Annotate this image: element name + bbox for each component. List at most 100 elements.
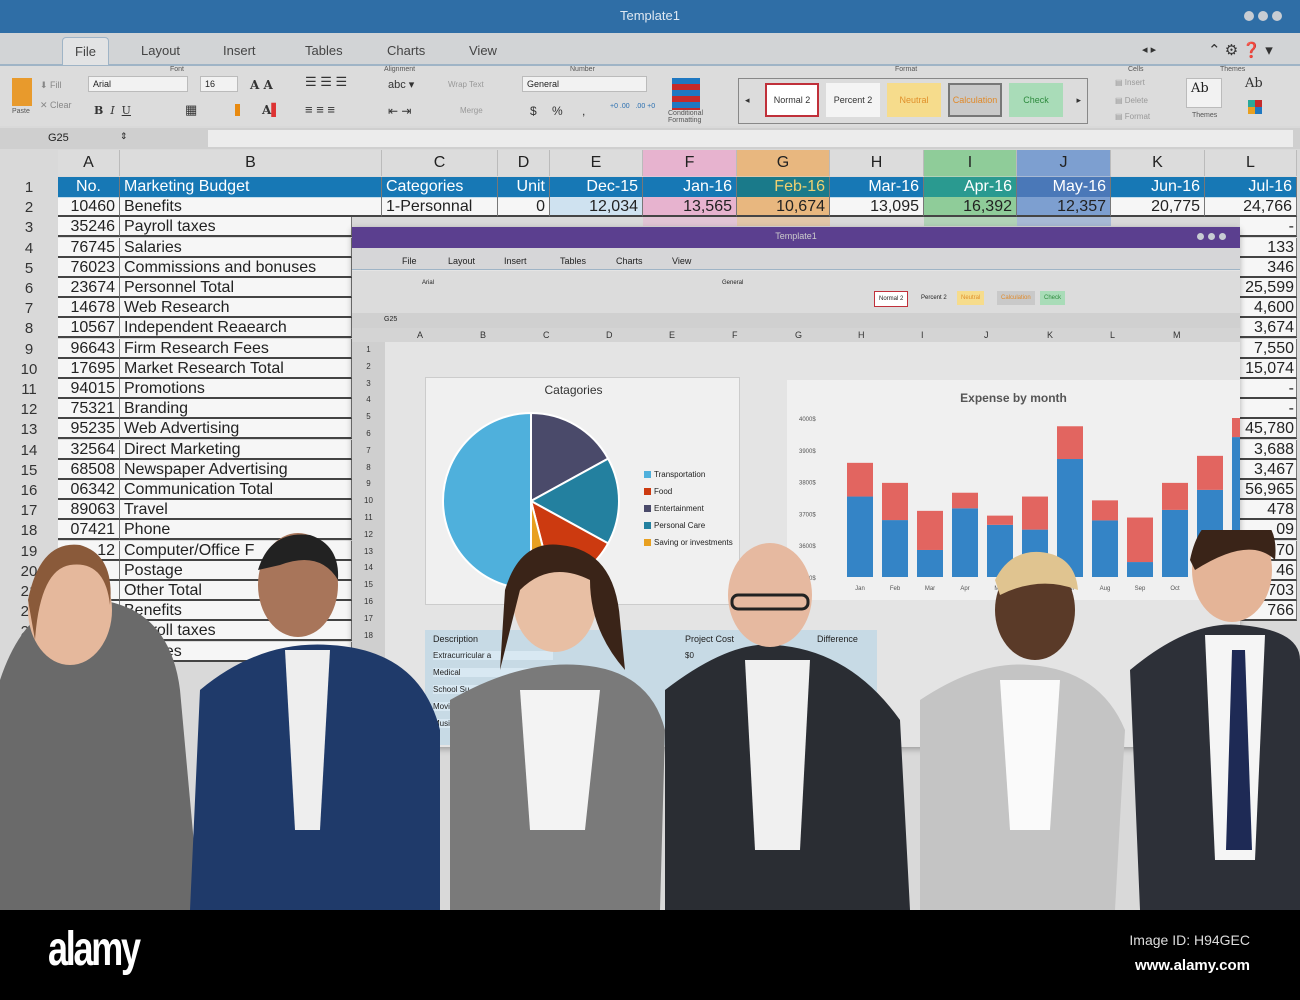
row-no-cell[interactable]: 23674 — [58, 278, 120, 298]
colors-theme-icon[interactable] — [1248, 100, 1262, 114]
font-grow-shrink-icon[interactable]: A A — [250, 78, 273, 92]
col-L-cell[interactable]: 15,074 — [1240, 358, 1297, 379]
row-number[interactable]: 11 — [0, 381, 58, 398]
header-cell[interactable]: No. — [58, 177, 120, 198]
column-header-H[interactable]: H — [830, 150, 924, 176]
number-format-select[interactable]: General — [522, 76, 647, 92]
row-no-cell[interactable]: 76745 — [58, 237, 120, 258]
row-no-cell[interactable]: 95235 — [58, 419, 120, 440]
header-cell[interactable]: Categories — [382, 177, 498, 198]
gallery-prev-icon[interactable]: ◂ — [745, 95, 750, 106]
column-header-K[interactable]: K — [1111, 150, 1205, 176]
col-L-cell[interactable]: 4,600 — [1240, 298, 1297, 319]
column-header-F[interactable]: F — [643, 150, 737, 176]
inner-tab-view[interactable]: View — [672, 256, 691, 266]
cell-style-percent2[interactable]: Percent 2 — [826, 83, 880, 117]
font-select[interactable]: Arial — [88, 76, 188, 92]
inner-name-box[interactable]: G25 — [384, 316, 397, 323]
column-header-E[interactable]: E — [550, 150, 643, 176]
table-cell[interactable]: 0 — [498, 197, 550, 218]
row-item-cell[interactable]: Market Research Total — [120, 358, 352, 379]
percent-button[interactable]: % — [552, 104, 563, 118]
conditional-formatting-icon[interactable] — [672, 78, 700, 110]
gallery-next-icon[interactable]: ▸ — [1076, 95, 1081, 106]
wrap-text-button[interactable]: Wrap Text — [448, 80, 484, 89]
inner-style-calculation[interactable]: Calculation — [997, 291, 1035, 305]
row-number[interactable]: 13 — [0, 421, 58, 438]
row-item-cell[interactable]: Salaries — [120, 237, 352, 258]
col-L-cell[interactable]: - — [1240, 217, 1297, 238]
row-no-cell[interactable]: 68508 — [58, 459, 120, 480]
row-no-cell[interactable]: 10567 — [58, 318, 120, 339]
row-number[interactable]: 14 — [0, 442, 58, 459]
settings-icons[interactable]: ⌃ ⚙ ❓ ▾ — [1208, 41, 1273, 59]
header-cell[interactable]: Marketing Budget — [120, 177, 382, 198]
column-header-J[interactable]: J — [1017, 150, 1111, 176]
col-L-cell[interactable]: 56,965 — [1240, 480, 1297, 500]
table-cell[interactable]: 13,565 — [643, 197, 737, 218]
fill-color-icon[interactable] — [235, 104, 240, 116]
column-header-L[interactable]: L — [1205, 150, 1297, 176]
fill-button[interactable]: ⬇ Fill — [40, 80, 62, 91]
inner-column-B[interactable]: B — [480, 330, 486, 340]
col-L-cell[interactable]: 133 — [1240, 237, 1297, 258]
inner-row-number[interactable]: 9 — [352, 479, 385, 488]
inner-tab-file[interactable]: File — [402, 256, 417, 266]
inner-row-number[interactable]: 8 — [352, 463, 385, 472]
column-header-I[interactable]: I — [924, 150, 1017, 176]
window-controls[interactable] — [1244, 11, 1282, 21]
column-header-C[interactable]: C — [382, 150, 498, 176]
header-cell[interactable]: Mar-16 — [830, 177, 924, 198]
inner-row-number[interactable]: 2 — [352, 362, 385, 371]
row-number[interactable]: 3 — [0, 219, 58, 236]
fonts-theme-button[interactable]: Ab — [1245, 76, 1263, 91]
inner-row-number[interactable]: 4 — [352, 395, 385, 404]
col-L-cell[interactable]: 3,674 — [1240, 318, 1297, 339]
orientation-button[interactable]: abc ▾ — [388, 78, 414, 91]
row-no-cell[interactable]: 89063 — [58, 500, 120, 521]
row-no-cell[interactable]: 76023 — [58, 257, 120, 278]
vertical-align-icons[interactable]: ☰ ☰ ☰ — [305, 74, 347, 90]
insert-cells-button[interactable]: ▤ Insert — [1115, 78, 1145, 87]
tab-insert[interactable]: Insert — [223, 43, 256, 58]
row-item-cell[interactable]: Firm Research Fees — [120, 338, 352, 359]
header-cell[interactable]: Jun-16 — [1111, 177, 1205, 198]
table-cell[interactable]: 20,775 — [1111, 197, 1205, 218]
inner-column-M[interactable]: M — [1173, 330, 1181, 340]
col-L-cell[interactable]: 7,550 — [1240, 338, 1297, 359]
inner-tab-tables[interactable]: Tables — [560, 256, 586, 266]
table-cell[interactable]: 12,034 — [550, 197, 643, 218]
inner-column-J[interactable]: J — [984, 330, 989, 340]
column-header-A[interactable]: A — [58, 150, 120, 176]
horizontal-align-icons[interactable]: ≡ ≡ ≡ — [305, 102, 335, 117]
row-number[interactable]: 2 — [0, 199, 58, 216]
inner-row-number[interactable]: 7 — [352, 446, 385, 455]
row-item-cell[interactable]: Payroll taxes — [120, 217, 352, 238]
col-L-cell[interactable]: 346 — [1240, 257, 1297, 278]
themes-button[interactable]: Ab — [1186, 78, 1222, 108]
row-item-cell[interactable]: Promotions — [120, 379, 352, 399]
inner-column-C[interactable]: C — [543, 330, 550, 340]
column-header-D[interactable]: D — [498, 150, 550, 176]
row-no-cell[interactable]: 32564 — [58, 439, 120, 460]
name-box-stepper[interactable]: ⇕ — [120, 131, 128, 142]
header-cell[interactable]: Apr-16 — [924, 177, 1017, 198]
table-cell[interactable]: 12,357 — [1017, 197, 1111, 218]
clear-button[interactable]: ✕ Clear — [40, 100, 72, 111]
tab-tables[interactable]: Tables — [305, 43, 343, 58]
row-item-cell[interactable]: Branding — [120, 399, 352, 420]
nav-arrows-icon[interactable]: ◂ ▸ — [1142, 43, 1156, 56]
row-number[interactable]: 10 — [0, 361, 58, 378]
inner-style-check[interactable]: Check — [1040, 291, 1066, 305]
table-cell[interactable]: 10,674 — [737, 197, 830, 218]
column-header-G[interactable]: G — [737, 150, 830, 176]
row-number[interactable]: 17 — [0, 502, 58, 519]
font-size-select[interactable]: 16 — [200, 76, 238, 92]
row-no-cell[interactable]: 75321 — [58, 399, 120, 420]
col-L-cell[interactable]: 3,467 — [1240, 459, 1297, 480]
cell-style-normal2[interactable]: Normal 2 — [765, 83, 819, 117]
inner-style-normal2[interactable]: Normal 2 — [874, 291, 909, 307]
inner-font[interactable]: Arial — [422, 280, 434, 286]
row-number[interactable]: 7 — [0, 300, 58, 317]
row-number[interactable]: 12 — [0, 401, 58, 418]
